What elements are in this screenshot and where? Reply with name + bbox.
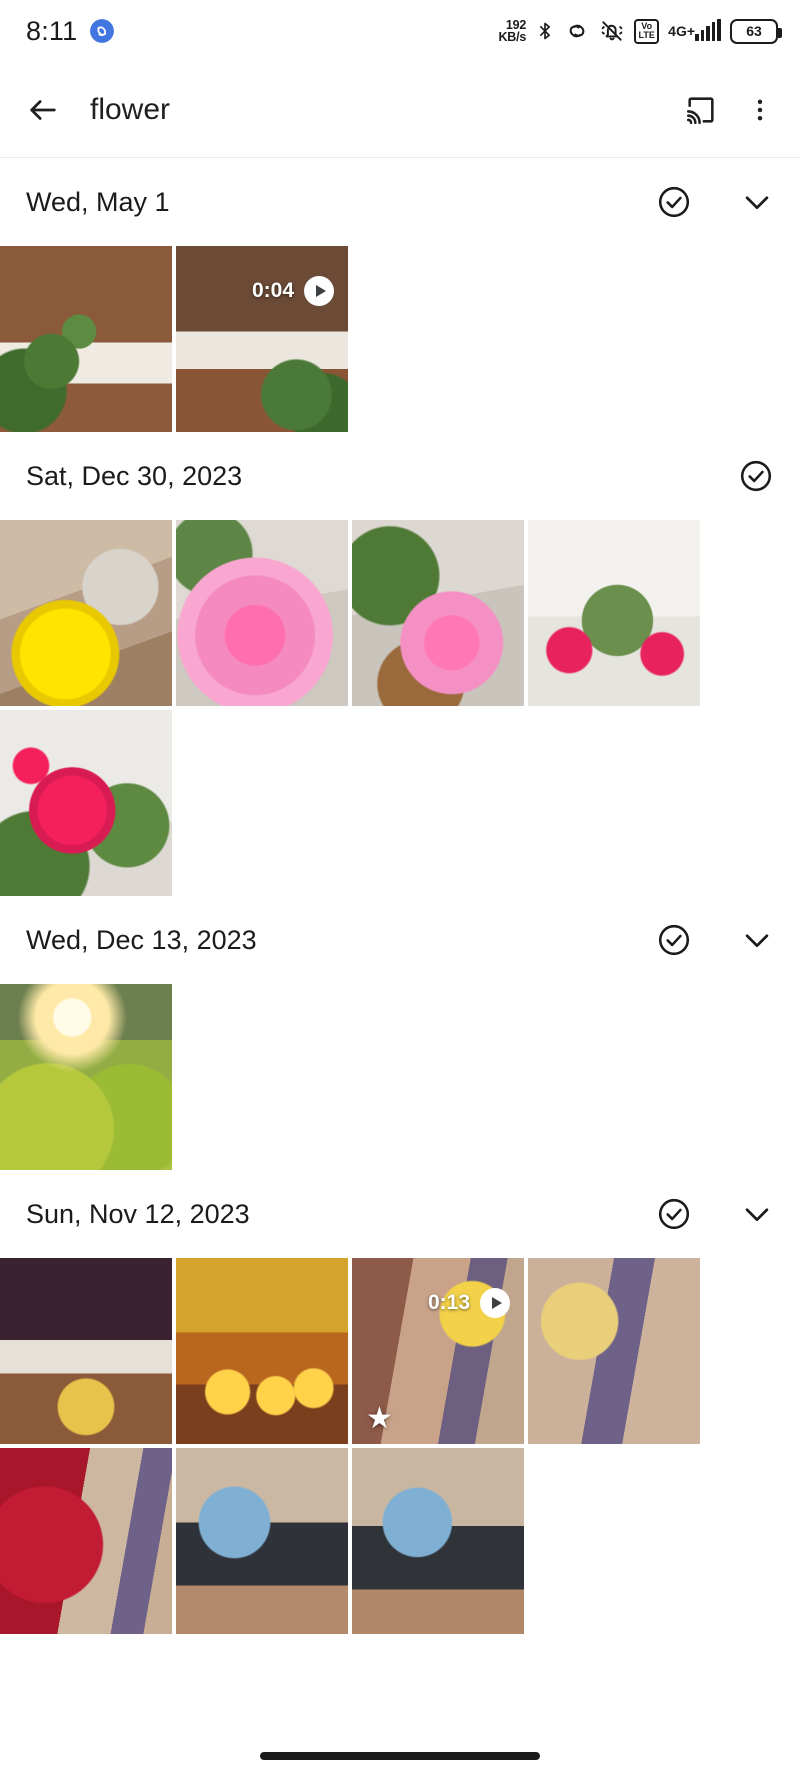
photo-thumbnail[interactable]	[352, 520, 524, 706]
date-label: Wed, Dec 13, 2023	[26, 924, 257, 955]
link-icon	[564, 18, 590, 44]
photo-thumbnail[interactable]	[528, 520, 700, 706]
select-all-check-icon[interactable]	[656, 184, 692, 220]
video-thumbnail[interactable]: 0:13 ★	[352, 1258, 524, 1444]
photo-grid: 0:04	[0, 246, 352, 432]
home-gesture-bar[interactable]	[260, 1752, 540, 1760]
thumbnail-image	[176, 1448, 348, 1634]
more-options-icon[interactable]	[746, 95, 774, 125]
video-duration-badge: 0:13	[428, 1288, 510, 1318]
thumbnail-image	[528, 1258, 700, 1444]
gesture-bar-area	[0, 1734, 800, 1778]
photo-thumbnail[interactable]	[352, 1448, 524, 1634]
photo-thumbnail[interactable]	[0, 710, 172, 896]
favorite-star-icon: ★	[366, 1402, 393, 1435]
date-section-header: Sat, Dec 30, 2023	[0, 432, 800, 520]
video-duration-badge: 0:04	[252, 276, 334, 306]
photo-thumbnail[interactable]	[0, 1448, 172, 1634]
data-rate-indicator: 192 KB/s	[498, 18, 527, 44]
thumbnail-image	[352, 520, 524, 706]
bluetooth-icon	[535, 18, 555, 44]
data-rate-unit: KB/s	[498, 30, 527, 44]
date-label: Sat, Dec 30, 2023	[26, 460, 243, 491]
select-all-check-icon[interactable]	[738, 458, 774, 494]
date-header-actions	[656, 922, 774, 958]
photo-thumbnail[interactable]	[176, 1258, 348, 1444]
battery-icon: 63	[730, 18, 782, 44]
link-badge-icon	[89, 18, 115, 44]
thumbnail-image	[0, 246, 172, 432]
app-bar: flower	[0, 62, 800, 158]
search-results-list: Wed, May 1 0:04 Sat, Dec 30, 2023 Wed, D…	[0, 158, 800, 1634]
signal-icon: 4G+	[668, 19, 721, 41]
chevron-down-icon[interactable]	[740, 185, 774, 219]
date-section-header: Wed, Dec 13, 2023	[0, 896, 800, 984]
date-section-header: Wed, May 1	[0, 158, 800, 246]
thumbnail-image	[176, 1258, 348, 1444]
status-bar-left: 8:11	[26, 16, 115, 47]
thumbnail-image	[528, 520, 700, 706]
network-type-label: 4G+	[668, 23, 696, 39]
video-duration-text: 0:13	[427, 1291, 470, 1314]
select-all-check-icon[interactable]	[656, 1196, 692, 1232]
thumbnail-image	[176, 246, 348, 432]
video-duration-text: 0:04	[251, 279, 294, 302]
clock: 8:11	[26, 15, 78, 46]
date-label: Sun, Nov 12, 2023	[26, 1198, 250, 1229]
thumbnail-image	[352, 1448, 524, 1634]
signal-bars-icon	[695, 19, 721, 41]
thumbnail-image	[0, 1258, 172, 1444]
volte-bottom: LTE	[638, 30, 655, 40]
photo-grid: 0:13 ★	[0, 1258, 708, 1634]
photo-thumbnail[interactable]	[176, 520, 348, 706]
chevron-down-icon[interactable]	[740, 1197, 774, 1231]
search-query-text[interactable]: flower	[90, 93, 656, 127]
photo-grid	[0, 520, 708, 896]
date-section-header: Sun, Nov 12, 2023	[0, 1170, 800, 1258]
play-icon[interactable]	[304, 276, 334, 306]
status-bar: 8:11 192 KB/s Vo LTE 4G+ 63	[0, 0, 800, 62]
thumbnail-image	[0, 520, 172, 706]
photo-thumbnail[interactable]	[176, 1448, 348, 1634]
status-bar-right: 192 KB/s Vo LTE 4G+ 63	[498, 18, 782, 44]
thumbnail-image	[176, 520, 348, 706]
video-thumbnail[interactable]: 0:04	[176, 246, 348, 432]
cast-icon[interactable]	[684, 93, 718, 127]
photo-thumbnail[interactable]	[0, 520, 172, 706]
mute-bell-icon	[599, 18, 625, 44]
photo-grid	[0, 984, 708, 1170]
photo-thumbnail[interactable]	[0, 1258, 172, 1444]
select-all-check-icon[interactable]	[656, 922, 692, 958]
chevron-down-icon[interactable]	[740, 923, 774, 957]
photo-thumbnail[interactable]	[0, 984, 172, 1170]
play-icon[interactable]	[480, 1288, 510, 1318]
back-arrow-icon[interactable]	[26, 93, 60, 127]
date-header-actions	[656, 184, 774, 220]
battery-level: 63	[746, 23, 762, 39]
photo-thumbnail[interactable]	[528, 1258, 700, 1444]
photo-thumbnail[interactable]	[0, 246, 172, 432]
date-label: Wed, May 1	[26, 186, 170, 217]
thumbnail-image	[0, 710, 172, 896]
thumbnail-image	[0, 984, 172, 1170]
date-header-actions	[656, 1196, 774, 1232]
volte-icon: Vo LTE	[634, 18, 660, 44]
thumbnail-image	[0, 1448, 172, 1634]
date-header-actions	[738, 458, 774, 494]
